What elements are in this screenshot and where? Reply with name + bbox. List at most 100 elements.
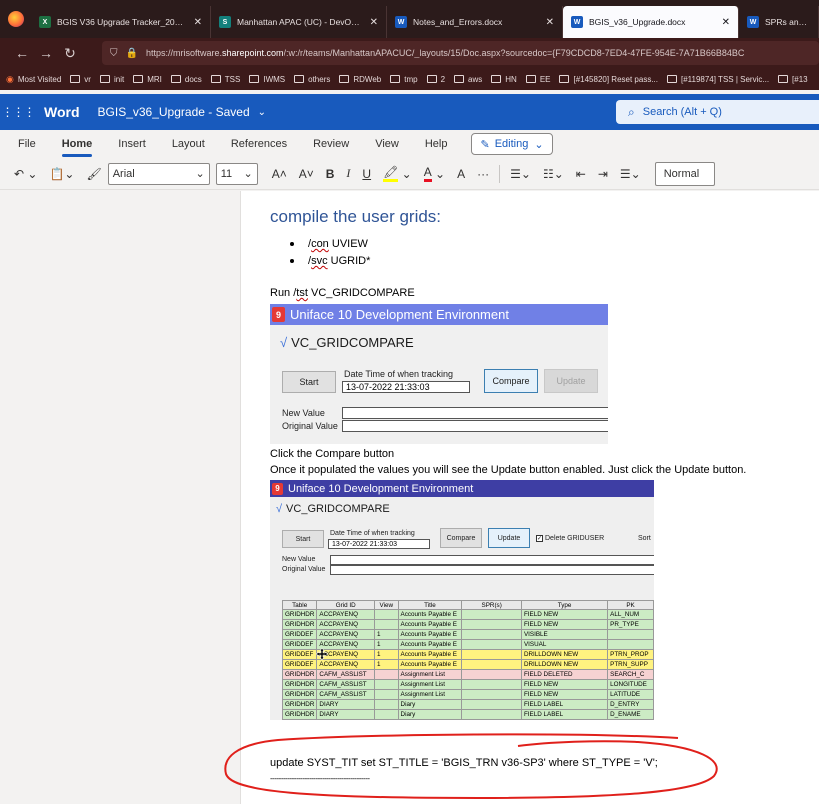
app-launcher-icon[interactable]: ⋮⋮⋮	[0, 105, 36, 119]
chevron-down-icon: ⌄	[243, 168, 253, 180]
firefox-icon: ◉	[6, 73, 14, 84]
bookmark-item[interactable]: ◉ Most Visited	[6, 74, 61, 85]
tab-home[interactable]: Home	[61, 138, 92, 157]
once-populated-text[interactable]: Once it populated the values you will se…	[270, 464, 746, 476]
bookmark-item[interactable]: HN	[491, 75, 517, 84]
checkmark-icon: √	[280, 335, 288, 350]
bookmark-item[interactable]: tmp	[390, 75, 418, 84]
italic-icon[interactable]: I	[340, 166, 356, 181]
align-icon[interactable]: ☰ ⌄	[614, 167, 647, 181]
close-tab-icon[interactable]: ✕	[546, 17, 554, 28]
grid-row: GRIDHDR CAFM_ASSLIST Assignment List FIELD …	[281, 669, 654, 680]
bookmark-item[interactable]: 2	[426, 75, 445, 84]
close-tab-icon[interactable]: ✕	[370, 17, 378, 28]
bullet-item[interactable]: /svc UGRID*	[290, 255, 370, 267]
shield-icon: ⛉	[110, 47, 118, 59]
editing-mode-button[interactable]: ✎ Editing ⌄	[471, 133, 553, 155]
bold-icon[interactable]: B	[320, 167, 341, 181]
tab-title: Manhattan APAC (UC) - DevOps - All D	[237, 17, 362, 27]
grid-cell: CAFM_ASSLIST	[316, 689, 376, 700]
app-name[interactable]: Word	[44, 104, 80, 120]
numbering-icon[interactable]: ☷ ⌄	[537, 167, 570, 181]
bookmark-item[interactable]: init	[99, 75, 124, 84]
compare-button: Compare	[484, 369, 538, 393]
grid-cell: CAFM_ASSLIST	[316, 669, 376, 680]
tab-insert[interactable]: Insert	[118, 138, 146, 150]
browser-tab[interactable]: S Manhattan APAC (UC) - DevOps - All D ✕	[211, 6, 387, 38]
tab-file[interactable]: File	[18, 138, 36, 150]
bookmark-item[interactable]: TSS	[210, 75, 240, 84]
close-tab-icon[interactable]: ✕	[194, 17, 202, 28]
font-size-select[interactable]: 11 ⌄	[215, 162, 258, 185]
browser-tab[interactable]: X BGIS V36 Upgrade Tracker_20220804.xlsx ✕	[31, 6, 211, 38]
tab-view[interactable]: View	[375, 138, 399, 150]
bookmark-item[interactable]: EE	[525, 75, 550, 84]
reload-icon[interactable]: ↻	[58, 45, 82, 62]
underline-icon[interactable]: U	[356, 167, 377, 181]
grid-cell: Assignment List	[397, 679, 463, 690]
grow-font-icon[interactable]: A˄	[266, 167, 293, 181]
bookmark-item[interactable]: others	[294, 75, 330, 84]
browser-tab-strip: X BGIS V36 Upgrade Tracker_20220804.xlsx ✕…	[0, 0, 819, 38]
tab-layout[interactable]: Layout	[172, 138, 205, 150]
bookmark-item[interactable]: docs	[170, 75, 202, 84]
tab-references[interactable]: References	[231, 138, 287, 150]
firefox-icon[interactable]	[0, 0, 31, 38]
start-button: Start	[282, 371, 336, 393]
bookmark-item[interactable]: RDWeb	[339, 75, 381, 84]
bookmark-item[interactable]: IWMS	[249, 75, 285, 84]
chevron-down-icon[interactable]: ⌄	[258, 107, 266, 118]
bookmark-item[interactable]: [#13	[778, 75, 808, 84]
search-box[interactable]: ⌕ Search (Alt + Q)	[616, 100, 819, 124]
chevron-down-icon: ⌄	[534, 138, 544, 151]
browser-tab[interactable]: W Notes_and_Errors.docx ✕	[387, 6, 563, 38]
close-tab-icon[interactable]: ✕	[722, 17, 730, 28]
update-sql-text[interactable]: update SYST_TIT set ST_TITLE = 'BGIS_TRN…	[270, 757, 658, 769]
forward-icon[interactable]: →	[34, 45, 58, 61]
bookmark-item[interactable]: vr	[70, 75, 91, 84]
url-bar[interactable]: ⛉ 🔒 https://mrisoftware. sharepoint.com/:…	[102, 41, 819, 65]
browser-tab[interactable]: W BGIS_v36_Upgrade.docx ✕	[563, 6, 739, 38]
paste-icon[interactable]: 📋 ⌄	[43, 167, 80, 181]
click-compare-text[interactable]: Click the Compare button	[270, 448, 394, 460]
grid-cell: FIELD LABEL	[520, 699, 609, 710]
font-name-value: Arial	[112, 167, 135, 180]
undo-icon[interactable]: ↶ ⌄	[8, 167, 43, 181]
tab-help[interactable]: Help	[425, 138, 448, 150]
grid-cell: ALL_NUM	[607, 609, 654, 620]
folder-icon	[170, 75, 181, 83]
bookmark-item[interactable]: MRI	[133, 75, 162, 84]
doc-title[interactable]: BGIS_v36_Upgrade - Saved	[98, 105, 250, 119]
bookmark-item[interactable]: [#145820] Reset pass...	[559, 75, 658, 84]
grid-cell: DIARY	[316, 699, 376, 710]
more-options-icon[interactable]: ···	[471, 167, 495, 181]
increase-indent-icon[interactable]: ⇥	[592, 167, 614, 181]
uniface-screenshot-2[interactable]: 9 Uniface 10 Development Environment √ VC…	[270, 480, 654, 720]
tab-review[interactable]: Review	[313, 138, 349, 150]
url-suffix: /:w:/r/teams/ManhattanAPACUC/_layouts/15…	[283, 48, 745, 58]
grid-cell	[461, 609, 522, 620]
run-line[interactable]: Run /tst VC_GRIDCOMPARE	[270, 287, 415, 299]
style-gallery[interactable]: Normal	[654, 161, 715, 186]
bullets-icon[interactable]: ☰ ⌄	[504, 167, 537, 181]
bullet-item[interactable]: /con UVIEW	[290, 238, 368, 250]
grid-cell	[461, 659, 522, 670]
bookmark-label: [#145820] Reset pass...	[573, 74, 658, 84]
grid-cell: ACCPAYENQ	[316, 659, 376, 670]
uniface-screenshot-1[interactable]: 9 Uniface 10 Development Environment √ VC…	[270, 304, 608, 444]
back-icon[interactable]: ←	[10, 45, 34, 61]
format-painter-icon[interactable]: 🖌	[80, 167, 107, 181]
highlight-icon[interactable]: 🖍 ⌄	[377, 165, 418, 182]
browser-tab[interactable]: W SPRs and ch	[739, 6, 819, 38]
bookmark-item[interactable]: [#119874] TSS | Servic...	[666, 75, 769, 84]
doc-heading[interactable]: compile the user grids:	[270, 207, 441, 227]
clear-formatting-icon[interactable]: A	[451, 167, 471, 181]
bookmark-item[interactable]: aws	[454, 75, 482, 84]
move-cursor-icon	[316, 648, 328, 660]
home-toolbar: ↶ ⌄ 📋 ⌄ 🖌 Arial ⌄ 11 ⌄ A˄ A˅ B I U 🖍 ⌄ A ⌄ …	[0, 158, 819, 190]
font-name-select[interactable]: Arial ⌄	[107, 162, 210, 185]
shrink-font-icon[interactable]: A˅	[293, 167, 320, 181]
font-color-icon[interactable]: A ⌄	[418, 165, 451, 182]
decrease-indent-icon[interactable]: ⇤	[570, 167, 592, 181]
folder-icon	[491, 75, 502, 83]
